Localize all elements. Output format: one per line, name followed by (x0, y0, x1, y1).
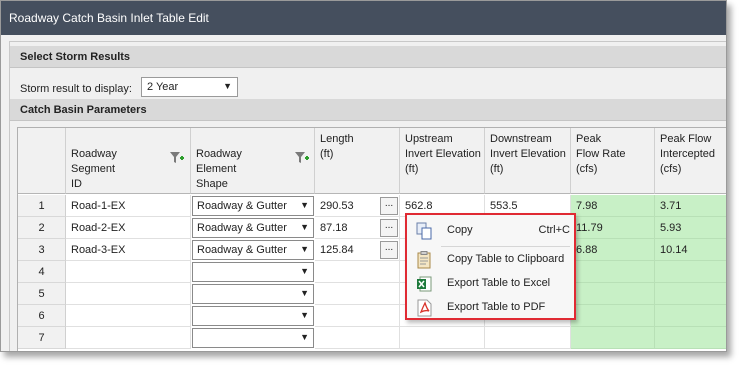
column-header-segment[interactable]: Roadway Segment ID (66, 128, 191, 194)
element-shape-dropdown[interactable]: Roadway & Gutter ▼ (192, 240, 314, 260)
row-header-corner (18, 128, 66, 194)
segment-id-cell[interactable]: Road-3-EX (66, 239, 191, 261)
peak-flow-cell: 6.88 (571, 239, 655, 261)
chevron-down-icon: ▼ (300, 310, 309, 320)
chevron-down-icon: ▼ (300, 266, 309, 276)
peak-intercepted-cell: 3.71 (655, 195, 726, 217)
row-number: 3 (18, 239, 66, 261)
context-menu: Copy Ctrl+C Copy Table to Clipboard Expo… (405, 213, 576, 320)
segment-id-cell[interactable] (66, 261, 191, 283)
upstream-invert-cell[interactable] (400, 327, 485, 349)
peak-intercepted-cell (655, 283, 726, 305)
length-cell[interactable] (315, 305, 400, 327)
element-shape-dropdown[interactable]: ▼ (192, 284, 314, 304)
element-shape-dropdown[interactable]: Roadway & Gutter ▼ (192, 196, 314, 216)
row-number: 6 (18, 305, 66, 327)
pdf-icon (417, 299, 432, 317)
chevron-down-icon: ▼ (300, 222, 309, 232)
chevron-down-icon: ▼ (300, 244, 309, 254)
peak-intercepted-cell (655, 261, 726, 283)
column-header-peak-flow[interactable]: Peak Flow Rate (cfs) (571, 128, 655, 194)
column-header-peak-intercepted[interactable]: Peak Flow Intercepted (cfs) (655, 128, 726, 194)
segment-id-cell[interactable] (66, 327, 191, 349)
length-cell[interactable] (315, 261, 400, 283)
chevron-down-icon: ▼ (300, 200, 309, 210)
menu-item-copy-clipboard[interactable]: Copy Table to Clipboard (407, 248, 574, 272)
column-header-upstream[interactable]: Upstream Invert Elevation (ft) (400, 128, 485, 194)
segment-id-cell[interactable] (66, 283, 191, 305)
chevron-down-icon: ▼ (300, 332, 309, 342)
peak-flow-cell (571, 261, 655, 283)
peak-intercepted-cell (655, 327, 726, 349)
element-shape-dropdown[interactable]: ▼ (192, 262, 314, 282)
element-shape-value: Roadway & Gutter (197, 222, 287, 234)
row-number: 4 (18, 261, 66, 283)
peak-intercepted-cell: 5.93 (655, 217, 726, 239)
menu-item-export-excel[interactable]: Export Table to Excel (407, 272, 574, 296)
segment-id-cell[interactable] (66, 305, 191, 327)
storm-result-select[interactable]: 2 Year ▼ (141, 77, 238, 97)
menu-separator (441, 246, 570, 247)
peak-intercepted-cell (655, 305, 726, 327)
peak-flow-cell (571, 327, 655, 349)
menu-item-export-pdf[interactable]: Export Table to PDF (407, 296, 574, 320)
peak-intercepted-cell: 10.14 (655, 239, 726, 261)
segment-id-cell[interactable]: Road-2-EX (66, 217, 191, 239)
element-shape-value: Roadway & Gutter (197, 244, 287, 256)
clipboard-icon (417, 251, 431, 269)
storm-result-value: 2 Year (147, 81, 179, 93)
segment-id-cell[interactable]: Road-1-EX (66, 195, 191, 217)
peak-flow-cell: 11.79 (571, 217, 655, 239)
element-shape-dropdown[interactable]: ▼ (192, 328, 314, 348)
length-cell[interactable] (315, 327, 400, 349)
params-section-header: Catch Basin Parameters (10, 99, 726, 121)
peak-flow-cell: 7.98 (571, 195, 655, 217)
column-header-length[interactable]: Length (ft) (315, 128, 400, 194)
element-shape-dropdown[interactable]: Roadway & Gutter ▼ (192, 218, 314, 238)
length-browse-button[interactable]: ... (380, 197, 398, 215)
window-title: Roadway Catch Basin Inlet Table Edit (1, 1, 726, 35)
copy-icon (416, 222, 432, 240)
row-number: 7 (18, 327, 66, 349)
menu-item-copy[interactable]: Copy Ctrl+C (407, 219, 574, 243)
element-shape-dropdown[interactable]: ▼ (192, 306, 314, 326)
excel-icon (417, 276, 432, 292)
row-number: 2 (18, 217, 66, 239)
downstream-invert-cell[interactable] (485, 327, 571, 349)
length-browse-button[interactable]: ... (380, 241, 398, 259)
row-number: 1 (18, 195, 66, 217)
element-shape-value: Roadway & Gutter (197, 200, 287, 212)
length-cell[interactable] (315, 283, 400, 305)
length-browse-button[interactable]: ... (380, 219, 398, 237)
peak-flow-cell (571, 283, 655, 305)
dialog-window: Roadway Catch Basin Inlet Table Edit Sel… (0, 0, 727, 352)
column-header-downstream[interactable]: Downstream Invert Elevation (ft) (485, 128, 571, 194)
row-number: 5 (18, 283, 66, 305)
chevron-down-icon: ▼ (223, 81, 232, 91)
column-header-shape[interactable]: Roadway Element Shape (191, 128, 315, 194)
chevron-down-icon: ▼ (300, 288, 309, 298)
filter-icon[interactable] (295, 152, 309, 164)
storm-result-label: Storm result to display: (20, 83, 132, 95)
content-panel: Select Storm Results Storm result to dis… (9, 41, 726, 351)
catch-basin-table: Roadway Segment ID Roadway Element Shape… (17, 127, 726, 351)
peak-flow-cell (571, 305, 655, 327)
storm-section-header: Select Storm Results (10, 46, 726, 68)
filter-icon[interactable] (170, 152, 184, 164)
